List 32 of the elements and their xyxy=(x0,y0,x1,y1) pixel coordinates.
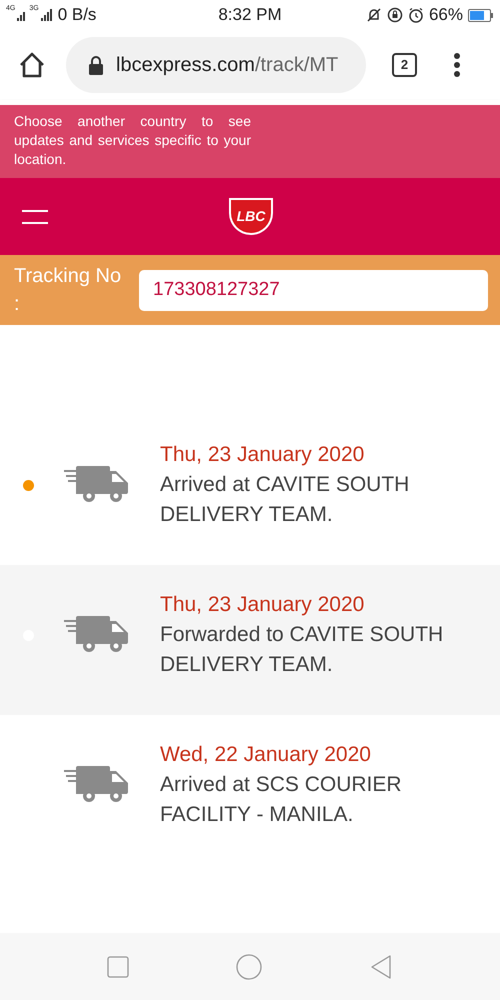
battery-icon xyxy=(468,8,494,22)
lbc-logo[interactable]: LBC xyxy=(229,198,273,235)
tracking-label: Tracking No : xyxy=(14,264,122,317)
event-description: Forwarded to CAVITE SOUTH DELIVERY TEAM. xyxy=(160,622,444,678)
event-date: Thu, 23 January 2020 xyxy=(160,592,366,618)
hamburger-menu-icon[interactable] xyxy=(22,210,48,224)
event-description: Arrived at CAVITE SOUTH DELIVERY TEAM. xyxy=(160,472,410,528)
clock: 8:32 PM xyxy=(217,4,283,26)
signal-icon xyxy=(40,9,53,21)
battery-percent: 66% xyxy=(428,4,463,26)
rotation-lock-icon xyxy=(386,7,403,23)
network-speed: 0 B/s xyxy=(58,4,96,26)
country-notice: Choose another country to see updates and services specific to your location. xyxy=(14,112,251,169)
event-date: Wed, 22 January 2020 xyxy=(160,742,372,768)
back-icon[interactable] xyxy=(370,954,392,978)
event-description: Arrived at SCS COURIER FACILITY - MANILA. xyxy=(160,772,403,828)
address-bar[interactable]: lbcexpress.com/track/MT xyxy=(66,37,366,93)
delivery-truck-icon xyxy=(64,616,130,654)
menu-icon[interactable] xyxy=(453,53,461,77)
delivery-truck-icon xyxy=(64,766,130,804)
alarm-icon xyxy=(408,7,424,23)
muted-bell-icon xyxy=(366,7,382,23)
recents-icon[interactable] xyxy=(107,956,129,978)
lock-icon xyxy=(88,55,104,75)
tab-count-button[interactable]: 2 xyxy=(392,53,417,77)
home-circle-icon[interactable] xyxy=(236,954,262,980)
signal-icon xyxy=(17,9,28,21)
tracking-number-field[interactable]: 173308127327 xyxy=(139,270,488,310)
home-icon[interactable] xyxy=(18,52,46,78)
event-date: Thu, 23 January 2020 xyxy=(160,442,366,468)
delivery-truck-icon xyxy=(64,466,130,504)
url-text: lbcexpress.com/track/MT xyxy=(116,53,338,78)
